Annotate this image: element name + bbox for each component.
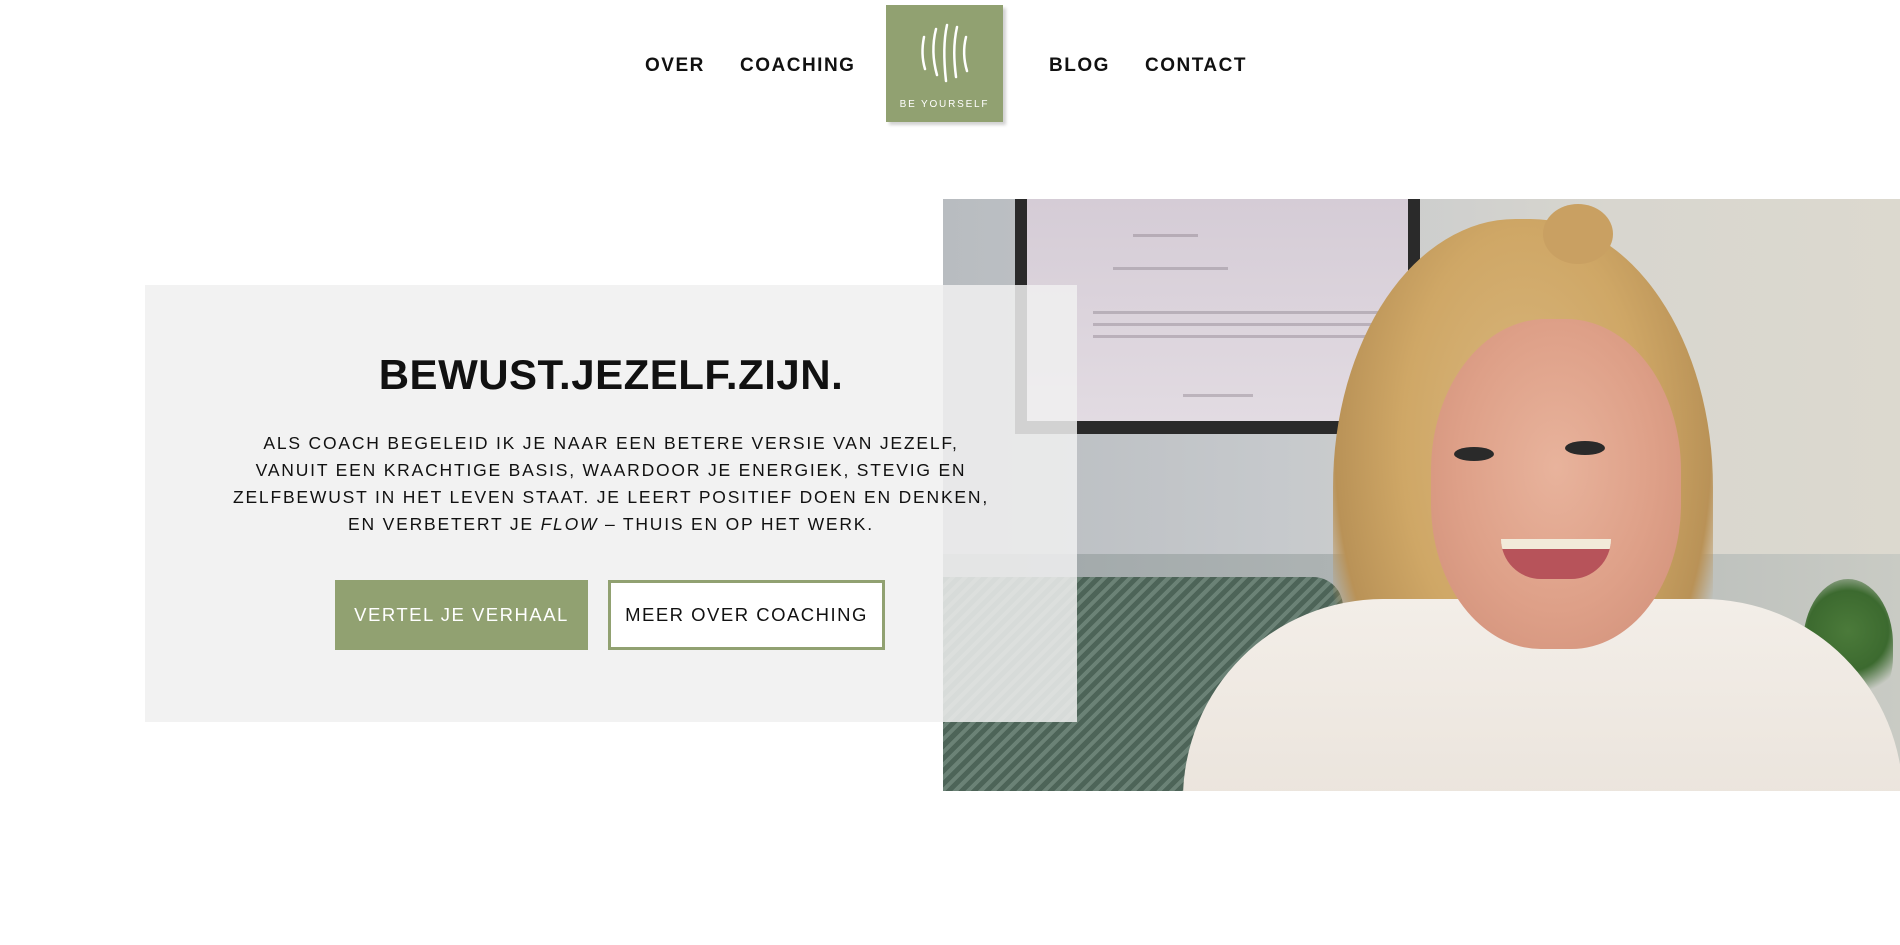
brush-strokes-icon	[921, 23, 969, 83]
hero-text-end: – THUIS EN OP HET WERK.	[598, 514, 874, 534]
photo-person-eye	[1454, 447, 1494, 461]
poster-line	[1133, 234, 1198, 237]
nav-link-contact[interactable]: CONTACT	[1145, 54, 1247, 78]
hero-text: ALS COACH BEGELEID IK JE NAAR EEN BETERE…	[225, 430, 997, 538]
nav-link-blog[interactable]: BLOG	[1049, 54, 1110, 78]
poster-line	[1183, 394, 1253, 397]
poster-line	[1093, 323, 1393, 326]
poster-line	[1113, 267, 1228, 270]
poster-line	[1093, 311, 1393, 314]
logo-text: BE YOURSELF	[899, 99, 990, 110]
hero-text-italic: FLOW	[540, 514, 599, 534]
photo-person-bun	[1543, 204, 1613, 264]
more-about-coaching-button[interactable]: MEER OVER COACHING	[608, 580, 885, 650]
main-navigation: OVER COACHING BE YOURSELF BLOG CONTACT	[0, 0, 1900, 130]
nav-link-over[interactable]: OVER	[645, 54, 705, 78]
tell-your-story-button[interactable]: VERTEL JE VERHAAL	[335, 580, 588, 650]
photo-person-eye	[1565, 441, 1605, 455]
poster-line	[1093, 335, 1393, 338]
photo-person-face	[1431, 319, 1681, 649]
nav-link-coaching[interactable]: COACHING	[740, 54, 855, 78]
logo[interactable]: BE YOURSELF	[886, 5, 1003, 122]
hero-panel: BEWUST.JEZELF.ZIJN. ALS COACH BEGELEID I…	[145, 285, 1077, 722]
hero-photo	[943, 199, 1900, 791]
hero-title: BEWUST.JEZELF.ZIJN.	[378, 351, 844, 398]
